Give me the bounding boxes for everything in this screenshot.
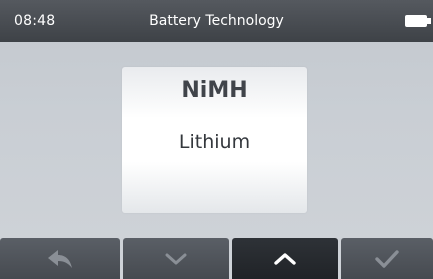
back-button[interactable] bbox=[0, 238, 120, 279]
option-lithium[interactable]: Lithium bbox=[122, 129, 307, 155]
back-arrow-icon bbox=[48, 249, 72, 268]
battery-type-selector[interactable]: NiMH Lithium bbox=[122, 67, 307, 213]
chevron-down-icon bbox=[165, 253, 187, 264]
bottom-nav bbox=[0, 238, 433, 279]
up-button[interactable] bbox=[232, 238, 338, 279]
chevron-up-icon bbox=[274, 252, 296, 265]
option-nimh[interactable]: NiMH bbox=[122, 77, 307, 105]
checkmark-icon bbox=[375, 249, 399, 268]
status-bar: 08:48 Battery Technology bbox=[0, 0, 433, 42]
page-title: Battery Technology bbox=[149, 13, 284, 29]
battery-icon bbox=[405, 15, 433, 27]
down-button[interactable] bbox=[123, 238, 229, 279]
screen: 08:48 Battery Technology NiMH Lithium bbox=[0, 0, 433, 279]
confirm-button[interactable] bbox=[341, 238, 433, 279]
